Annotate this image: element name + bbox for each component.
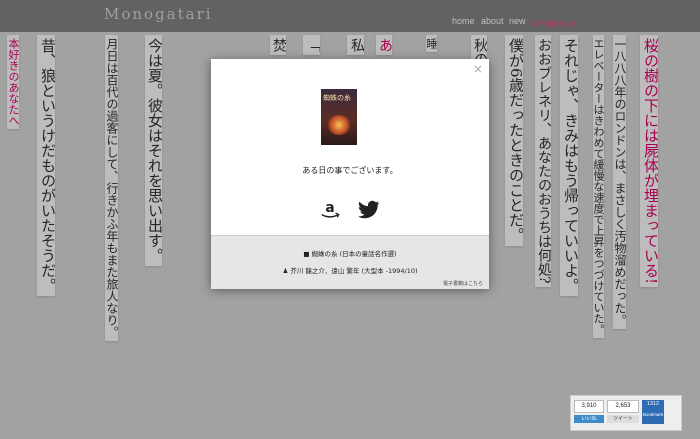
tweet-label: ツイート	[607, 415, 639, 423]
bookmark-button[interactable]: 1312 Bookmark	[642, 400, 664, 424]
close-icon[interactable]: ×	[473, 62, 483, 76]
svg-text:a: a	[325, 200, 334, 216]
cover-art	[327, 115, 351, 135]
bookmark-label: Bookmark	[642, 412, 664, 417]
book-info-panel: ■ 蜘蛛の糸 (日本の童話名作選) ♟ 芥川 龍之介、遠山 繁年 (大型本 -1…	[211, 235, 489, 289]
cover-title: 蜘蛛の糸	[323, 94, 351, 102]
like-label: いいね	[574, 415, 604, 423]
book-icon: ■	[303, 250, 312, 258]
book-author: ♟ 芥川 龍之介、遠山 繁年 (大型本 -1994/10)	[282, 267, 418, 275]
bookmark-count: 1312	[646, 401, 660, 407]
share-widgets: 3,910 いいね 2,653 ツイート 1312 Bookmark	[570, 395, 682, 431]
tweet-count: 2,653	[607, 400, 639, 413]
book-title[interactable]: ■ 蜘蛛の糸 (日本の童話名作選)	[211, 248, 489, 258]
like-button[interactable]: 3,910 いいね	[574, 400, 604, 424]
tweet-button[interactable]: 2,653 ツイート	[607, 400, 639, 424]
book-modal: × 蜘蛛の糸 ある日の事でございます。 a ■ 蜘蛛の糸 (日本の童話名作選) …	[211, 59, 489, 289]
story-caption: ある日の事でございます。	[302, 166, 398, 175]
ebook-link[interactable]: 電子書籍はこちら	[443, 280, 483, 287]
like-count: 3,910	[574, 400, 604, 413]
amazon-icon[interactable]: a	[319, 199, 341, 221]
book-cover-image[interactable]: 蜘蛛の糸	[321, 89, 357, 145]
twitter-icon[interactable]	[358, 200, 380, 220]
